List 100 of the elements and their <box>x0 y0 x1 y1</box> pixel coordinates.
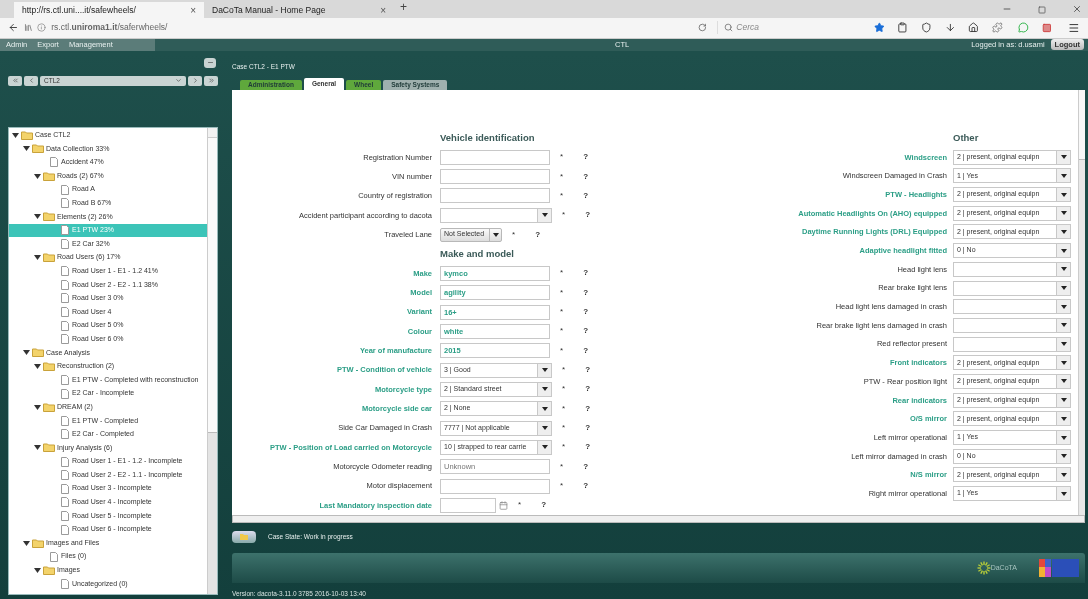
caret-icon <box>1060 360 1067 365</box>
help-link[interactable]: ? <box>583 151 588 164</box>
input-field[interactable] <box>440 149 550 165</box>
calendar-icon[interactable] <box>499 500 508 510</box>
close-icon[interactable] <box>1072 4 1082 14</box>
section-heading: Vehicle identification <box>440 130 535 145</box>
help-link[interactable]: ? <box>585 383 590 396</box>
expanded-arrow-icon[interactable] <box>23 539 30 547</box>
help-link[interactable]: ? <box>585 364 590 377</box>
expanded-arrow-icon[interactable] <box>23 145 30 153</box>
close-tab-button[interactable]: × <box>380 2 386 18</box>
help-link[interactable]: ? <box>583 344 588 357</box>
input-field[interactable] <box>440 188 550 204</box>
document-icon <box>61 239 69 250</box>
expanded-arrow-icon[interactable] <box>34 403 41 411</box>
chevron-right-icon <box>191 77 199 84</box>
help-link[interactable]: ? <box>583 480 588 493</box>
help-link[interactable]: ? <box>583 325 588 338</box>
browser-tab[interactable]: http://rs.ctl.uni....it/safewheels/ × <box>14 2 204 18</box>
document-icon <box>61 415 69 426</box>
scrollbar[interactable] <box>232 515 1085 524</box>
expanded-arrow-icon[interactable] <box>34 566 41 574</box>
caret-icon <box>541 426 548 431</box>
required-mark: * <box>562 383 566 396</box>
caret-icon <box>1060 323 1067 328</box>
case-state-button[interactable] <box>232 531 256 544</box>
document-icon <box>61 497 69 508</box>
first-button[interactable] <box>8 75 22 86</box>
previous-button[interactable] <box>24 75 38 86</box>
download-icon[interactable] <box>944 22 956 34</box>
document-icon <box>61 524 69 535</box>
help-link[interactable]: ? <box>585 209 590 222</box>
folder-icon <box>43 361 55 371</box>
star-icon[interactable] <box>873 22 885 34</box>
expanded-arrow-icon[interactable] <box>34 362 41 370</box>
expanded-arrow-icon[interactable] <box>23 349 30 357</box>
expanded-arrow-icon[interactable] <box>12 131 19 139</box>
document-icon <box>61 456 69 467</box>
document-icon <box>61 578 69 589</box>
puzzle-icon[interactable] <box>992 22 1003 34</box>
help-link[interactable]: ? <box>583 460 588 473</box>
menu-icon[interactable] <box>1068 21 1081 34</box>
help-link[interactable]: ? <box>583 170 588 183</box>
restore-icon[interactable] <box>1038 6 1046 14</box>
required-mark: * <box>562 209 566 222</box>
folder-icon <box>21 130 33 140</box>
document-icon <box>61 429 69 440</box>
caret-icon <box>1060 248 1067 253</box>
input-field[interactable] <box>440 478 550 494</box>
extension-icon[interactable] <box>1041 22 1052 33</box>
new-tab-button[interactable]: + <box>400 0 407 16</box>
document-icon <box>61 307 69 317</box>
expanded-arrow-icon[interactable] <box>34 444 41 452</box>
required-mark: * <box>562 402 566 415</box>
folder-icon <box>32 538 44 548</box>
last-button[interactable] <box>204 75 218 86</box>
scrollbar[interactable] <box>1078 90 1085 516</box>
caret-icon <box>1060 379 1067 384</box>
scrollbar[interactable] <box>207 127 217 594</box>
help-link[interactable]: ? <box>583 267 588 280</box>
document-icon <box>61 375 69 385</box>
clipboard-icon[interactable] <box>897 22 908 34</box>
required-mark: * <box>562 422 566 435</box>
collapse-button[interactable] <box>204 57 216 68</box>
url-text[interactable]: rs.ctl.uniroma1.it/saferwheels/ <box>51 21 675 35</box>
home-icon[interactable] <box>968 22 980 34</box>
library-icon[interactable] <box>23 23 33 33</box>
help-link[interactable]: ? <box>585 422 590 435</box>
folder-icon <box>240 534 248 541</box>
back-icon[interactable] <box>8 22 19 34</box>
next-button[interactable] <box>188 75 202 86</box>
document-icon <box>61 334 69 345</box>
expanded-arrow-icon[interactable] <box>34 213 41 221</box>
folder-icon <box>32 144 44 154</box>
help-link[interactable]: ? <box>535 228 540 241</box>
document-icon <box>61 470 69 481</box>
caret-icon <box>1060 286 1067 290</box>
required-mark: * <box>560 460 564 473</box>
shield-icon[interactable] <box>921 22 932 34</box>
document-icon <box>50 551 58 562</box>
help-link[interactable]: ? <box>583 286 588 299</box>
expanded-arrow-icon[interactable] <box>34 172 41 180</box>
search-field[interactable]: Cerca <box>736 21 857 35</box>
help-link[interactable]: ? <box>585 402 590 415</box>
double-chevron-right-icon <box>207 77 215 84</box>
search-icon <box>724 23 734 33</box>
document-icon <box>61 293 69 304</box>
input-field[interactable] <box>440 169 550 185</box>
reload-icon[interactable] <box>697 23 707 33</box>
document-icon <box>61 510 69 521</box>
sunburst-logo-icon <box>976 561 991 576</box>
folder-icon <box>43 171 55 181</box>
help-link[interactable]: ? <box>541 499 546 512</box>
close-tab-button[interactable]: × <box>190 2 196 18</box>
help-link[interactable]: ? <box>583 189 588 202</box>
document-icon <box>61 198 69 209</box>
help-link[interactable]: ? <box>585 441 590 454</box>
date-field[interactable] <box>440 497 496 513</box>
help-link[interactable]: ? <box>583 306 588 318</box>
expanded-arrow-icon[interactable] <box>34 254 41 262</box>
